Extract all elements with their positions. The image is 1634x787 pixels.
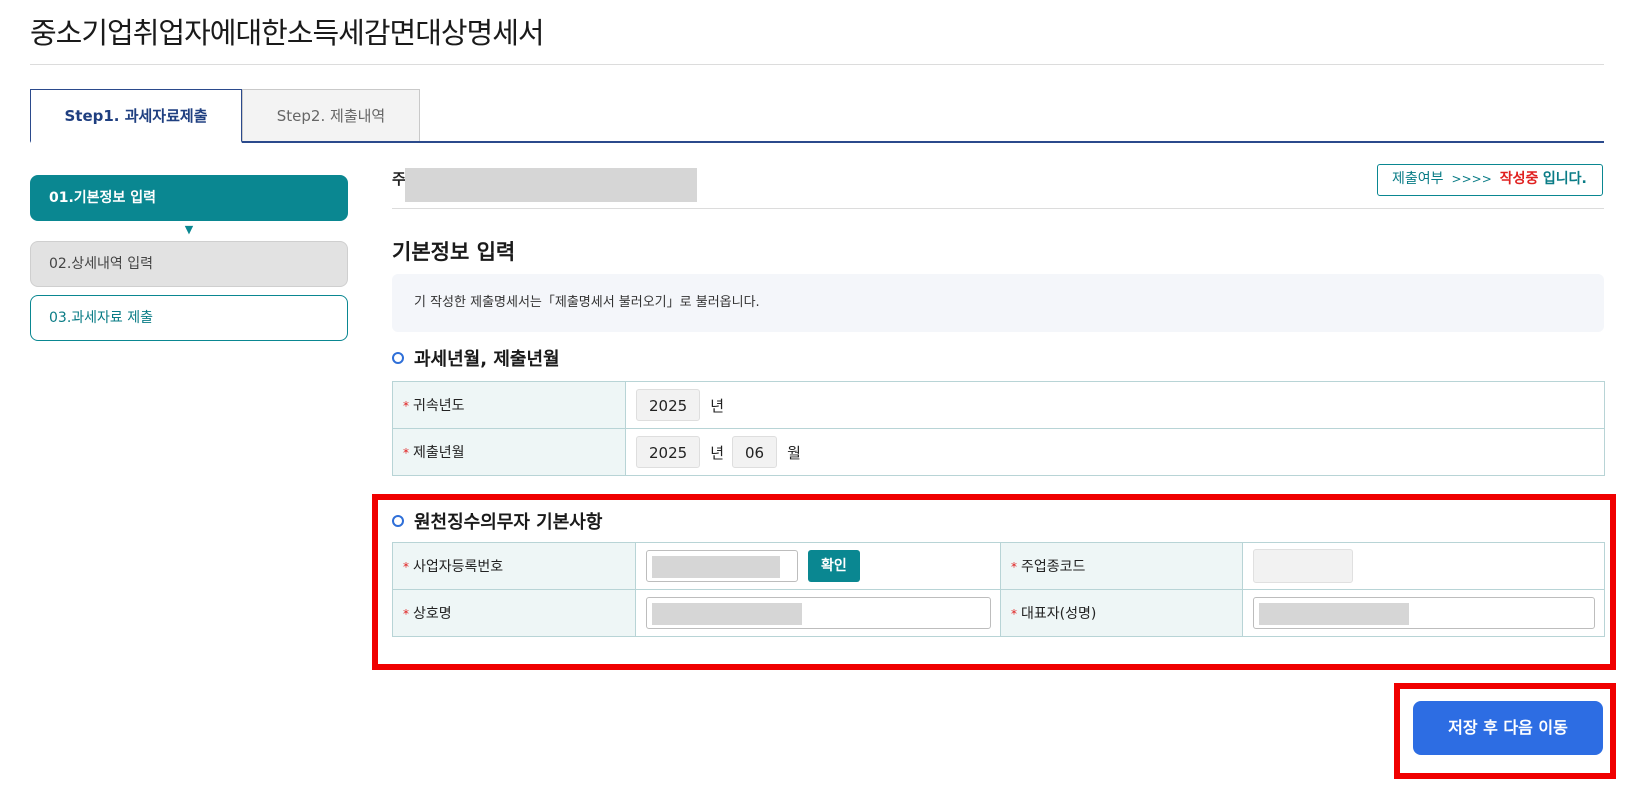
step-tabs: Step1. 과세자료제출 Step2. 제출내역 (30, 89, 1604, 143)
save-and-next-button[interactable]: 저장 후 다음 이동 (1413, 701, 1603, 755)
notice-box: 기 작성한 제출명세서는「제출명세서 불러오기」로 불러옵니다. (392, 274, 1604, 332)
representative-input[interactable] (1253, 597, 1595, 629)
representative-label: 대표자(성명) (1021, 606, 1097, 622)
field-cell: 2025 년 06 월 (625, 428, 1605, 476)
field-cell: 확인 (635, 542, 1001, 590)
submission-year-value: 2025 (636, 436, 701, 468)
step-item-basic-info[interactable]: 01.기본정보 입력 (30, 175, 348, 221)
submission-status: 제출여부 >>>> 작성중 입니다. (1377, 164, 1603, 196)
year-unit: 년 (710, 443, 724, 462)
field-cell (1242, 542, 1605, 590)
brn-label: 사업자등록번호 (413, 559, 504, 575)
step-item-submit[interactable]: 03.과세자료 제출 (30, 295, 348, 341)
status-arrow: >>>> (1451, 172, 1492, 186)
user-name-redacted (405, 168, 697, 202)
table-row: * 상호명 * 대표자(성명) (392, 589, 1605, 637)
tax-period-heading: 과세년월, 제출년월 (392, 345, 560, 371)
field-cell: 2025 년 (625, 381, 1605, 429)
required-mark: * (1011, 607, 1017, 621)
withholder-heading: 원천징수의무자 기본사항 (392, 508, 602, 534)
table-row: * 귀속년도 2025 년 (392, 381, 1605, 429)
field-label: * 주업종코드 (1000, 542, 1243, 590)
field-label: * 사업자등록번호 (392, 542, 636, 590)
company-name-label: 상호명 (413, 606, 452, 622)
table-row: * 사업자등록번호 확인 * 주업종코드 (392, 542, 1605, 590)
step-arrow-down-icon: ▼ (184, 223, 194, 236)
required-mark: * (403, 607, 409, 621)
status-label: 제출여부 (1392, 171, 1444, 187)
user-divider (392, 208, 1604, 209)
step-nav: 01.기본정보 입력 ▼ 02.상세내역 입력 03.과세자료 제출 (30, 175, 350, 341)
bullet-circle-icon (392, 515, 404, 527)
required-mark: * (403, 399, 409, 413)
user-name-prefix: 주 (392, 170, 406, 188)
tax-period-title: 과세년월, 제출년월 (414, 349, 560, 370)
field-label: * 제출년월 (392, 428, 626, 476)
redacted-value (1259, 603, 1409, 625)
month-unit: 월 (787, 443, 801, 462)
attribution-year-label: 귀속년도 (413, 398, 465, 414)
title-divider (30, 64, 1604, 65)
table-row: * 제출년월 2025 년 06 월 (392, 428, 1605, 476)
submission-month-value: 06 (732, 436, 778, 468)
page-title: 중소기업취업자에대한소득세감면대상명세서 (30, 16, 545, 50)
withholder-title: 원천징수의무자 기본사항 (414, 512, 603, 533)
field-cell (635, 589, 1001, 637)
status-suffix: 입니다. (1542, 171, 1587, 187)
company-name-input[interactable] (646, 597, 991, 629)
year-unit: 년 (710, 396, 724, 415)
brn-input[interactable] (646, 550, 798, 582)
redacted-value (652, 603, 802, 625)
submission-month-label: 제출년월 (413, 445, 465, 461)
field-cell (1242, 589, 1605, 637)
tax-period-table: * 귀속년도 2025 년 * 제출년월 2025 년 06 월 (392, 381, 1605, 476)
field-label: * 상호명 (392, 589, 636, 637)
confirm-button[interactable]: 확인 (808, 550, 860, 582)
required-mark: * (403, 446, 409, 460)
redacted-value (652, 556, 780, 578)
status-value: 작성중 (1499, 171, 1539, 187)
section-title: 기본정보 입력 (392, 240, 516, 264)
step-item-detail[interactable]: 02.상세내역 입력 (30, 241, 348, 287)
field-label: * 귀속년도 (392, 381, 626, 429)
withholder-table: * 사업자등록번호 확인 * 주업종코드 * 상호명 * 대표자(성명) (392, 542, 1605, 637)
tab-step2[interactable]: Step2. 제출내역 (242, 89, 420, 141)
tab-step1[interactable]: Step1. 과세자료제출 (30, 89, 242, 143)
attribution-year-value: 2025 (636, 389, 701, 421)
field-label: * 대표자(성명) (1000, 589, 1243, 637)
required-mark: * (403, 560, 409, 574)
bullet-circle-icon (392, 352, 404, 364)
industry-code-label: 주업종코드 (1021, 559, 1086, 575)
required-mark: * (1011, 560, 1017, 574)
industry-code-field (1253, 549, 1353, 583)
